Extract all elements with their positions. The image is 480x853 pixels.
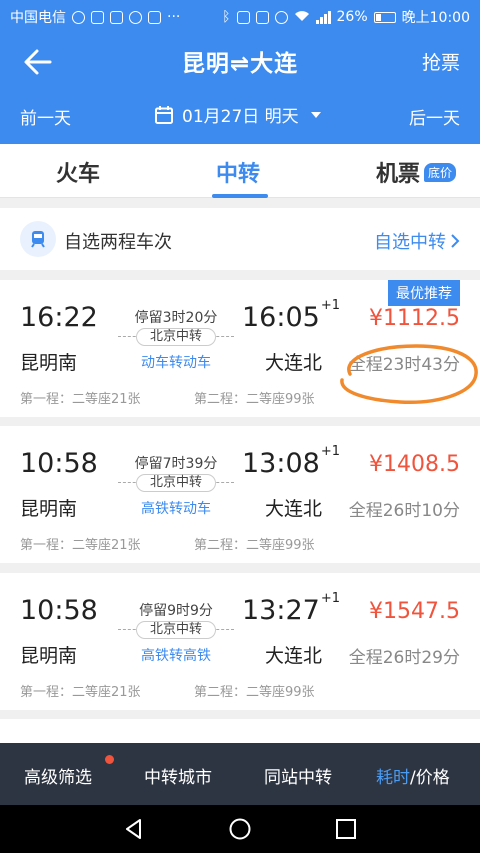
date-label: 01月27日 明天	[182, 107, 299, 127]
status-bar: 中国电信 ··· ᛒ 26% 晚上10:00	[0, 0, 480, 34]
arrival-station: 大连北	[265, 645, 323, 667]
date-picker[interactable]: 01月27日 明天	[154, 102, 321, 127]
nfc-icon	[236, 10, 250, 24]
transfer-city-button[interactable]: 中转城市	[144, 763, 212, 788]
departure-station: 昆明南	[20, 498, 78, 520]
message-icon	[110, 10, 123, 24]
leg2-seats: 第二程：二等座99张	[194, 392, 315, 407]
arrival-time-value: 13:27	[242, 595, 320, 626]
carrier-label: 中国电信	[10, 10, 66, 26]
active-tab-indicator	[212, 194, 268, 198]
clock: 晚上10:00	[401, 10, 470, 26]
day-offset: +1	[320, 444, 340, 459]
departure-time: 10:58	[20, 448, 98, 479]
leg1-seats: 第一程：二等座21张	[20, 538, 141, 553]
eye-comfort-icon	[274, 10, 288, 24]
best-recommend-badge: 最优推荐	[388, 280, 460, 306]
tab-flight-label: 机票	[376, 162, 421, 187]
self-select-row[interactable]: 自选两程车次 自选中转	[0, 208, 480, 270]
day-offset: +1	[320, 298, 340, 313]
shield-icon	[91, 10, 104, 24]
train-type: 高铁转动车	[141, 501, 211, 517]
advanced-filter-button[interactable]: 高级筛选	[24, 763, 92, 788]
tab-transfer[interactable]: 中转	[216, 156, 260, 188]
leg2-seats: 第二程：二等座99张	[194, 685, 315, 700]
arrival-station: 大连北	[265, 498, 323, 520]
price: ¥1112.5	[369, 306, 460, 331]
price: ¥1547.5	[369, 599, 460, 624]
departure-station: 昆明南	[20, 352, 78, 374]
route-title: 昆明⇌大连	[181, 51, 299, 77]
hand-drawn-circle-annotation	[340, 344, 478, 404]
vibrate-icon	[255, 10, 269, 24]
more-notifications-icon: ···	[167, 9, 181, 25]
app-notification-icon	[129, 10, 142, 24]
signal-icon	[315, 10, 331, 24]
day-offset: +1	[320, 591, 340, 606]
result-card-partial	[0, 719, 480, 743]
sort-toggle[interactable]: 耗时/价格	[376, 763, 450, 788]
system-nav-bar	[0, 805, 480, 853]
stay-duration: 停留9时9分	[139, 603, 213, 619]
dropdown-caret-icon	[310, 111, 321, 118]
lowest-price-badge: 底价	[424, 162, 457, 182]
prev-day-button[interactable]: 前一天	[20, 104, 71, 129]
arrival-time-value: 16:05	[242, 302, 320, 333]
cloud-icon	[72, 10, 85, 24]
self-select-link-label: 自选中转	[374, 232, 446, 253]
stay-duration: 停留3时20分	[134, 310, 218, 326]
tab-train[interactable]: 火车	[56, 156, 100, 188]
total-duration: 全程26时10分	[348, 501, 460, 521]
grab-ticket-button[interactable]: 抢票	[422, 48, 460, 75]
arrival-time: 13:27+1	[242, 591, 340, 626]
nav-recents-icon[interactable]	[334, 817, 358, 841]
tab-flight[interactable]: 机票 底价	[376, 156, 457, 188]
transfer-station: 北京中转	[136, 621, 216, 639]
price: ¥1408.5	[369, 452, 460, 477]
bluetooth-icon: ᛒ	[222, 9, 231, 25]
self-select-label: 自选两程车次	[64, 232, 172, 253]
chevron-right-icon	[451, 234, 460, 248]
arrival-time: 13:08+1	[242, 444, 340, 479]
battery-icon	[373, 11, 396, 23]
arrival-time-value: 13:08	[242, 448, 320, 479]
battery-percent: 26%	[336, 9, 368, 25]
train-type: 动车转动车	[141, 355, 211, 371]
leg1-seats: 第一程：二等座21张	[20, 392, 141, 407]
departure-station: 昆明南	[20, 645, 78, 667]
filter-notification-dot	[105, 755, 114, 764]
result-card[interactable]: 10:58 停留7时39分 北京中转 高铁转动车 13:08+1 ¥1408.5…	[0, 426, 480, 563]
avatar-notification-icon	[148, 10, 161, 24]
wifi-icon	[294, 9, 310, 26]
result-card[interactable]: 10:58 停留9时9分 北京中转 高铁转高铁 13:27+1 ¥1547.5 …	[0, 573, 480, 710]
train-icon	[20, 221, 56, 257]
departure-time: 10:58	[20, 595, 98, 626]
transfer-station: 北京中转	[136, 328, 216, 346]
total-duration: 全程26时29分	[348, 648, 460, 668]
leg2-seats: 第二程：二等座99张	[194, 538, 315, 553]
leg1-seats: 第一程：二等座21张	[20, 685, 141, 700]
calendar-icon	[155, 105, 173, 124]
self-select-link[interactable]: 自选中转	[374, 228, 460, 254]
train-type: 高铁转高铁	[141, 648, 211, 664]
arrival-station: 大连北	[265, 352, 323, 374]
nav-home-icon[interactable]	[228, 817, 252, 841]
nav-back-icon[interactable]	[122, 817, 146, 841]
app-header: 昆明⇌大连 抢票 前一天 01月27日 明天 后一天	[0, 34, 480, 144]
arrival-time: 16:05+1	[242, 298, 340, 333]
stay-duration: 停留7时39分	[134, 456, 218, 472]
same-station-transfer-button[interactable]: 同站中转	[264, 763, 332, 788]
departure-time: 16:22	[20, 302, 98, 333]
transfer-station: 北京中转	[136, 474, 216, 492]
sort-time-label: 耗时	[376, 768, 410, 788]
next-day-button[interactable]: 后一天	[409, 104, 460, 129]
result-card[interactable]: 最优推荐 16:22 停留3时20分 北京中转 动车转动车 16:05+1 ¥1…	[0, 280, 480, 417]
sort-price-label: 价格	[415, 768, 450, 788]
filter-bar: 高级筛选 中转城市 同站中转 耗时/价格	[0, 743, 480, 805]
mode-tabs: 火车 中转 机票 底价	[0, 144, 480, 198]
